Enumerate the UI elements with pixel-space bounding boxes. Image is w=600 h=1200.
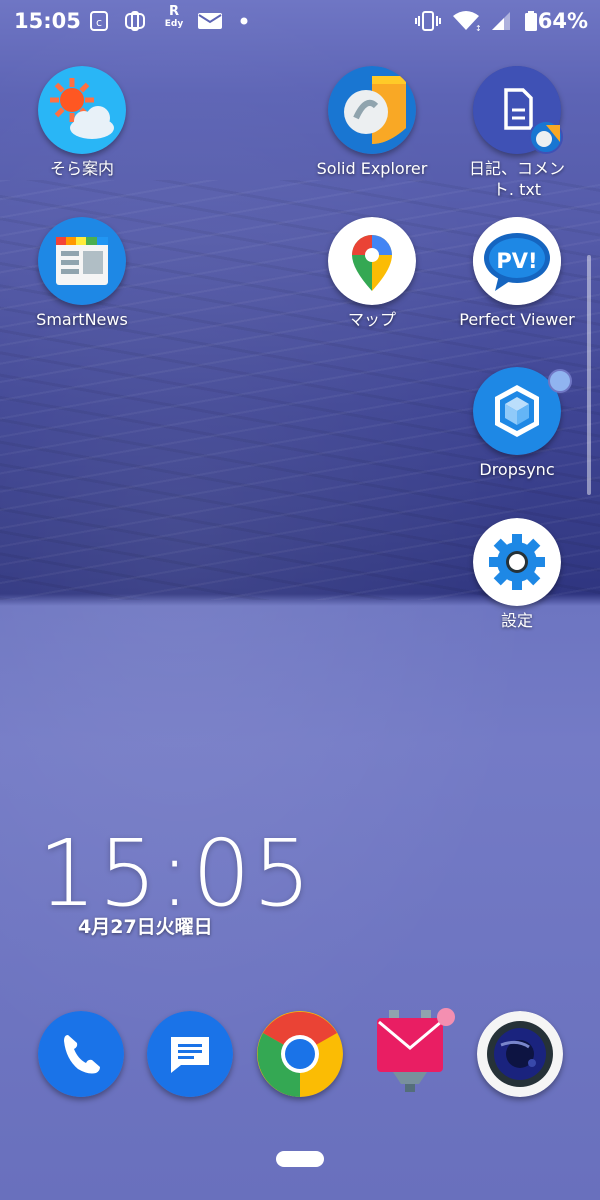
mail-icon [367,1008,455,1098]
messages-icon [147,1011,233,1097]
pay-icon [125,11,145,31]
app-dropsync[interactable]: Dropsync [442,367,592,480]
home-gesture-pill[interactable] [276,1151,324,1167]
phone-icon [38,1011,124,1097]
battery-icon [525,11,537,31]
perfect-viewer-label: Perfect Viewer [459,310,575,329]
solid-explorer-icon [328,66,416,154]
maps-icon [328,217,416,305]
wifi-icon: ↕ [453,11,480,32]
diary-label-line2: ト. txt [492,180,542,199]
app-smartnews[interactable]: SmartNews [7,217,157,330]
app-perfect-viewer[interactable]: PV! Perfect Viewer [442,217,592,330]
edy-top: R [168,4,179,19]
app-solid-explorer[interactable]: Solid Explorer [297,66,447,179]
c-icon: c [90,11,108,31]
diary-label-line1: 日記、コメン [468,159,565,178]
status-bar: 15:05 c R Edy ↕ 64% [0,0,600,44]
vibrate-icon [415,11,441,31]
battery-percentage: 64% [537,9,588,33]
app-diary-txt[interactable]: 日記、コメン ト. txt [442,66,592,200]
smartnews-icon [38,217,126,305]
settings-label: 設定 [500,611,533,630]
perfect-viewer-icon: PV! [473,217,561,305]
chrome-icon [257,1011,343,1097]
clock-widget-time[interactable]: 15:05 [38,820,313,927]
smartnews-label: SmartNews [36,310,128,329]
camera-icon [477,1011,563,1097]
scroll-indicator[interactable] [587,255,591,495]
dock-camera[interactable] [445,1011,595,1097]
app-sora[interactable]: そら案内 [7,66,157,179]
status-time: 15:05 [14,9,81,33]
edy-icon: R Edy [163,4,185,30]
svg-text:↕: ↕ [475,24,480,32]
dot-icon [240,17,248,25]
pv-logo-text: PV! [496,249,538,273]
svg-text:c: c [96,16,102,29]
dropsync-label: Dropsync [479,460,555,479]
signal-icon [492,12,510,30]
maps-label: マップ [347,310,396,329]
diary-label: 日記、コメン ト. txt [442,158,592,200]
clock-widget-date[interactable]: 4月27日火曜日 [78,912,213,939]
notification-badge [548,369,572,393]
mail-icon [198,13,222,29]
settings-gear-icon [473,518,561,606]
solid-explorer-badge-icon [529,120,563,154]
app-maps[interactable]: マップ [297,217,447,330]
sora-label: そら案内 [49,159,114,178]
sora-icon [38,66,126,154]
app-settings[interactable]: 設定 [442,518,592,631]
solid-explorer-label: Solid Explorer [316,159,428,178]
edy-bottom: Edy [164,19,184,29]
